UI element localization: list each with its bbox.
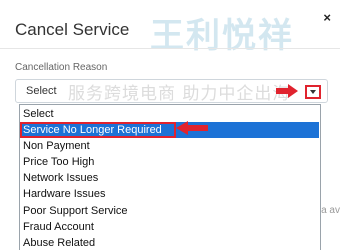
dropdown-option[interactable]: Service No Longer Required bbox=[20, 122, 176, 139]
footer-partial-text: a av bbox=[321, 205, 340, 216]
header-divider bbox=[0, 48, 340, 49]
dropdown-option[interactable]: Fraud Account bbox=[20, 218, 320, 235]
cancellation-reason-listbox[interactable]: Select Service No Longer Required Non Paym… bbox=[19, 104, 321, 251]
select-current-value: Select bbox=[26, 85, 57, 97]
red-arrow-icon bbox=[276, 84, 298, 98]
dropdown-option[interactable]: Abuse Related bbox=[20, 234, 320, 251]
dropdown-option[interactable]: Select bbox=[20, 106, 320, 123]
red-arrow-icon bbox=[176, 121, 208, 135]
dropdown-option[interactable]: Poor Support Service bbox=[20, 202, 320, 219]
modal-title: Cancel Service bbox=[15, 20, 130, 39]
chevron-down-icon[interactable] bbox=[305, 85, 321, 99]
dropdown-option[interactable]: Price Too High bbox=[20, 154, 320, 171]
cancellation-reason-label: Cancellation Reason bbox=[15, 62, 108, 73]
dropdown-option[interactable]: Non Payment bbox=[20, 138, 320, 155]
watermark: 王利悦祥 bbox=[150, 16, 294, 56]
dropdown-option[interactable]: Hardware Issues bbox=[20, 186, 320, 203]
dropdown-option[interactable]: Network Issues bbox=[20, 170, 320, 187]
close-icon[interactable]: × bbox=[323, 10, 331, 25]
